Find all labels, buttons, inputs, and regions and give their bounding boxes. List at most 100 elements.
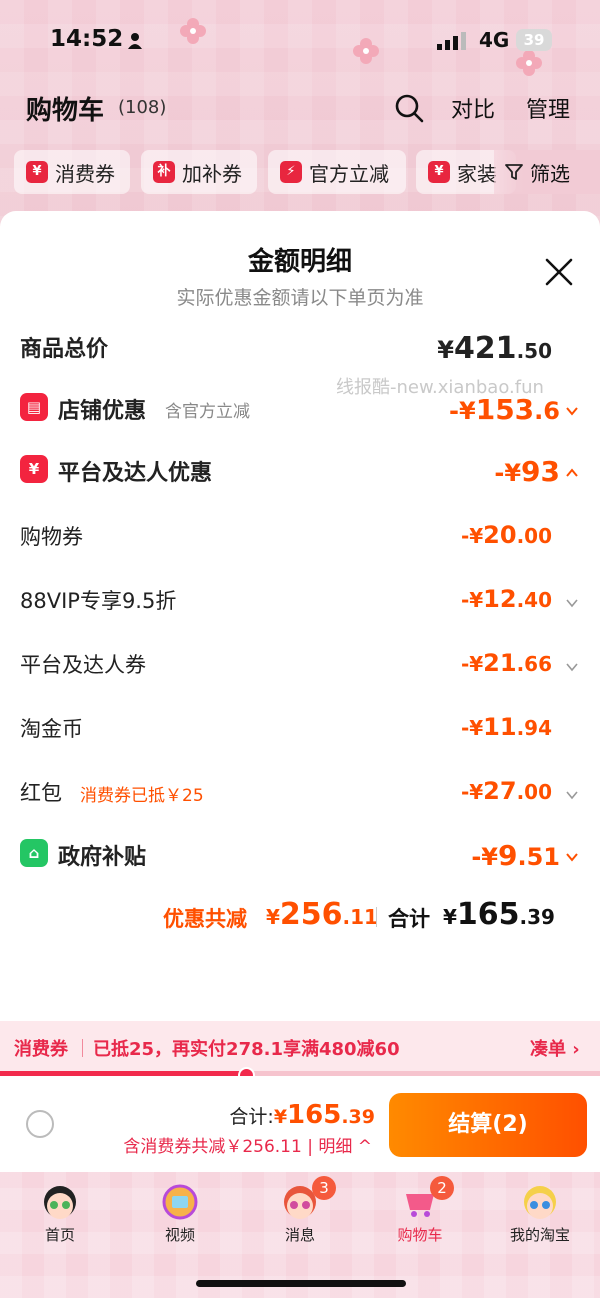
cart-header: 购物车 (108) 对比 管理 — [0, 88, 600, 128]
chip-label: 消费券 — [55, 161, 115, 186]
shop-discount-note: 含官方立减 — [165, 402, 250, 422]
item-label: 平台及达人券 — [20, 653, 146, 677]
chip-label: 官方立减 — [309, 161, 389, 186]
shop-discount-label: 店铺优惠 — [58, 399, 147, 424]
status-time: 14:52 — [50, 26, 124, 52]
messages-badge: 3 — [312, 1176, 336, 1200]
chevron-down-icon — [566, 853, 578, 862]
tab-label: 我的淘宝 — [509, 1226, 570, 1244]
cart-count: (108) — [118, 97, 167, 118]
chevron-down-icon — [566, 599, 578, 608]
funnel-icon — [505, 164, 523, 180]
gov-subsidy-label: 政府补贴 — [58, 845, 147, 870]
shop-discount-row[interactable]: ▤ 店铺优惠 含官方立减 -¥153.6 — [0, 393, 600, 433]
compare-button[interactable]: 对比 — [451, 92, 495, 124]
manage-button[interactable]: 管理 — [526, 92, 570, 124]
chevron-down-icon — [566, 791, 578, 800]
total-discount-label: 优惠共减 — [163, 907, 247, 931]
tab-video[interactable]: 视频 — [130, 1172, 230, 1252]
tab-messages[interactable]: 3 消息 — [250, 1172, 350, 1252]
home-indicator — [196, 1280, 406, 1287]
chip-consumption-coupon[interactable]: ¥ 消费券 — [14, 150, 130, 194]
taojinbi-row: 淘金币 -¥11.94 — [0, 713, 600, 753]
item-label: 红包 — [20, 781, 62, 805]
filter-label: 筛选 — [530, 161, 570, 186]
select-all-checkbox[interactable] — [26, 1110, 54, 1138]
amount-detail-sheet: 金额明细 实际优惠金额请以下单页为准 线报酷-new.xianbao.fun 商… — [0, 211, 600, 1021]
tab-label: 购物车 — [397, 1226, 443, 1244]
discount-summary: 优惠共减 ¥256.11 合计 ¥165.39 — [0, 897, 600, 937]
home-icon: ⌂ — [20, 839, 48, 867]
item-label: 88VIP专享9.5折 — [20, 589, 177, 613]
item-amount: -¥12.40 — [460, 585, 552, 613]
total-amount: ¥165.39 — [443, 897, 555, 932]
chevron-up-icon — [566, 468, 578, 477]
chevron-down-icon — [566, 663, 578, 672]
summary-divider — [376, 907, 377, 927]
checkout-total: 合计:¥165.39 — [229, 1100, 375, 1130]
tab-label: 首页 — [44, 1226, 75, 1244]
gov-subsidy-amount: -¥9.51 — [471, 839, 560, 872]
tab-home[interactable]: 首页 — [10, 1172, 110, 1252]
close-icon[interactable] — [544, 257, 574, 287]
signal-icon — [437, 32, 466, 50]
tab-label: 视频 — [164, 1226, 195, 1244]
person-icon — [128, 33, 142, 49]
coupon-bar-divider — [82, 1039, 83, 1057]
page-title: 购物车 — [26, 96, 105, 126]
platform-coupon-row[interactable]: 平台及达人券 -¥21.66 — [0, 649, 600, 689]
item-amount: -¥27.00 — [460, 777, 552, 805]
checkout-button[interactable]: 结算(2) — [389, 1093, 587, 1157]
chip-label: 家装 — [457, 161, 497, 186]
sheet-subtitle: 实际优惠金额请以下单页为准 — [176, 287, 424, 309]
home-avatar-icon — [44, 1186, 76, 1219]
chip-subsidy-coupon[interactable]: 补 加补券 — [141, 150, 257, 194]
goods-total-label: 商品总价 — [20, 337, 109, 362]
search-icon[interactable] — [393, 92, 425, 124]
coupon-icon: ¥ — [20, 455, 48, 483]
shopping-coupon-row: 购物券 -¥20.00 — [0, 521, 600, 561]
cart-badge: 2 — [430, 1176, 454, 1200]
item-amount: -¥11.94 — [460, 713, 552, 741]
item-amount: -¥21.66 — [460, 649, 552, 677]
video-icon — [162, 1184, 198, 1220]
shop-icon: ▤ — [20, 393, 48, 421]
coupon-icon: ¥ — [26, 161, 48, 183]
tab-cart[interactable]: 2 购物车 — [370, 1172, 470, 1252]
red-packet-row[interactable]: 红包 消费券已抵￥25 -¥27.00 — [0, 777, 600, 817]
add-on-items-button[interactable]: 凑单 › — [530, 1035, 580, 1061]
goods-total-row: 商品总价 ¥421.50 — [0, 331, 600, 371]
item-label: 购物券 — [20, 525, 83, 549]
total-label: 合计 — [388, 907, 430, 931]
tab-label: 消息 — [284, 1226, 315, 1244]
chip-label: 加补券 — [182, 161, 242, 186]
coupon-icon: ¥ — [428, 161, 450, 183]
platform-discount-amount: -¥93 — [494, 455, 560, 488]
sheet-title: 金额明细 — [247, 247, 352, 277]
chevron-down-icon — [566, 407, 578, 416]
coupon-bar-label: 消费券 — [14, 1039, 68, 1060]
platform-discount-label: 平台及达人优惠 — [58, 461, 213, 486]
shop-discount-amount: -¥153.6 — [449, 393, 560, 426]
chip-official-discount[interactable]: ⚡ 官方立减 — [268, 150, 406, 194]
checkout-detail-link[interactable]: 含消费券共减￥256.11 | 明细 ^ — [123, 1132, 372, 1157]
total-discount-amount: ¥256.11 — [266, 897, 378, 932]
platform-discount-row[interactable]: ¥ 平台及达人优惠 -¥93 — [0, 455, 600, 495]
coupon-filter-chips: ¥ 消费券 补 加补券 ⚡ 官方立减 ¥ 家装 筛选 — [0, 150, 600, 196]
network-type: 4G — [479, 28, 510, 52]
status-bar: 14:52 4G 39 — [0, 22, 600, 62]
item-amount: -¥20.00 — [460, 521, 552, 549]
profile-avatar-icon — [524, 1186, 556, 1219]
checkout-bar: 合计:¥165.39 含消费券共减￥256.11 | 明细 ^ 结算(2) — [0, 1076, 600, 1172]
subsidy-icon: 补 — [153, 161, 175, 183]
goods-total-amount: ¥421.50 — [437, 331, 552, 366]
item-label: 淘金币 — [20, 717, 83, 741]
tab-my-taobao[interactable]: 我的淘宝 — [490, 1172, 590, 1252]
battery-indicator: 39 — [516, 29, 552, 51]
filter-button[interactable]: 筛选 — [494, 150, 600, 194]
coupon-bar-text: 已抵25，再实付278.1享满480减60 — [93, 1039, 400, 1060]
government-subsidy-row[interactable]: ⌂ 政府补贴 -¥9.51 — [0, 839, 600, 879]
consumption-coupon-bar: 消费券 已抵25，再实付278.1享满480减60 凑单 › — [0, 1021, 600, 1073]
red-packet-note: 消费券已抵￥25 — [80, 786, 204, 806]
vip-discount-row[interactable]: 88VIP专享9.5折 -¥12.40 — [0, 585, 600, 625]
